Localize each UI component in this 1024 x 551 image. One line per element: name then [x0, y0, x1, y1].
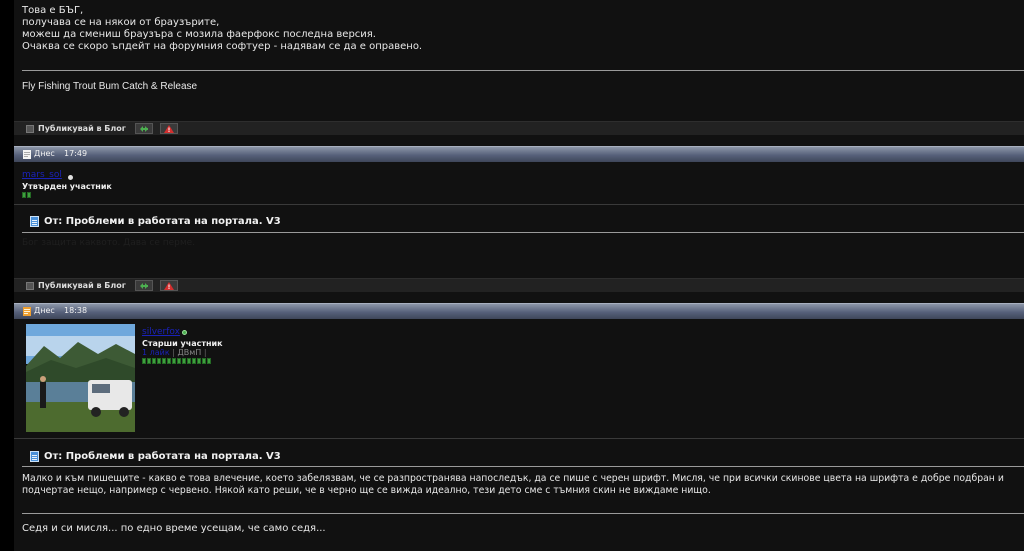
report-button[interactable] — [160, 280, 178, 291]
post-1-body: Това е БЪГ, получава се на някои от брау… — [22, 5, 422, 53]
avatar-photo — [26, 324, 135, 432]
post-3-signature-text: Седя и си мисля... по едно време усещам,… — [22, 523, 326, 534]
thanks-button[interactable] — [135, 280, 153, 291]
post-time: 17:49 — [64, 149, 88, 158]
post-1-body-line: можеш да смениш браузъра с мозила фаерфо… — [22, 29, 376, 40]
post-3-likes-link[interactable]: 1 лайк — [142, 348, 170, 357]
post-3-title: От: Проблеми в работата на портала. V3 — [30, 451, 281, 462]
reputation-pip — [147, 358, 151, 364]
post-3-title-underline — [22, 466, 1024, 467]
blog-checkbox-icon — [26, 281, 34, 290]
thanks-icon — [140, 282, 148, 289]
post-3-user-extras: 1 лайк | ДВмП | — [142, 348, 207, 357]
report-button[interactable] — [160, 123, 178, 134]
reputation-pip — [182, 358, 186, 364]
post-3-body-line: Малко и към пишещите - какво е това влеч… — [22, 473, 1004, 484]
signature-divider — [22, 70, 1024, 71]
post-2-divider — [14, 204, 1024, 205]
post-3-tag: ДВмП — [177, 348, 202, 357]
thanks-icon — [140, 125, 148, 132]
post-3-title-text: От: Проблеми в работата на портала. V3 — [44, 451, 281, 462]
post-date-label: Днес — [34, 149, 55, 158]
reputation-pip — [177, 358, 181, 364]
publish-to-blog-button[interactable]: Публикувай в Блог — [26, 280, 126, 291]
extras-separator: | — [172, 348, 175, 357]
post-3-signature: Седя и си мисля... по едно време усещам,… — [22, 523, 326, 535]
reputation-pip — [152, 358, 156, 364]
reputation-pip — [207, 358, 211, 364]
thanks-button[interactable] — [135, 123, 153, 134]
online-status-icon — [182, 330, 187, 335]
post-2-reputation-bar — [22, 192, 31, 198]
document-icon — [30, 216, 39, 227]
publish-to-blog-label: Публикувай в Блог — [38, 281, 126, 290]
reputation-pip — [142, 358, 146, 364]
extras-separator: | — [203, 348, 207, 357]
online-status-icon — [68, 175, 73, 180]
post-3-body: Малко и към пишещите - какво е това влеч… — [22, 473, 1004, 497]
reputation-pip — [162, 358, 166, 364]
post-3-body-line: подчертае нещо, например с червено. Няко… — [22, 485, 711, 496]
publish-to-blog-label: Публикувай в Блог — [38, 124, 126, 133]
reputation-pip — [202, 358, 206, 364]
post-icon — [23, 150, 31, 159]
post-3-reputation-bar — [142, 358, 211, 364]
signature-divider — [22, 513, 1024, 514]
post-3-header: Днес 18:38 — [14, 303, 1024, 319]
warning-icon — [164, 124, 174, 133]
post-2-title: От: Проблеми в работата на портала. V3 — [30, 216, 281, 227]
post-1-body-line: получава се на някои от браузърите, — [22, 17, 220, 28]
reputation-pip — [172, 358, 176, 364]
warning-icon — [164, 281, 174, 290]
post-1-body-line: Това е БЪГ, — [22, 5, 84, 16]
document-icon — [30, 451, 39, 462]
post-2-toolbar: Публикувай в Блог — [14, 278, 1024, 292]
reputation-pip — [197, 358, 201, 364]
post-time: 18:38 — [64, 306, 88, 315]
post-date-label: Днес — [34, 306, 55, 315]
publish-to-blog-button[interactable]: Публикувай в Блог — [26, 123, 126, 134]
post-2-header: Днес 17:49 — [14, 146, 1024, 162]
post-2-title-underline — [22, 232, 1024, 233]
post-1-body-line: Очаква се скоро ъпдейт на форумния софту… — [22, 41, 423, 52]
reputation-pip — [167, 358, 171, 364]
post-2-title-text: От: Проблеми в работата на портала. V3 — [44, 216, 281, 227]
reputation-pip — [192, 358, 196, 364]
post-2-body: Бог защита каквото. Дава се перме. — [22, 238, 196, 248]
post-3-divider — [14, 438, 1024, 439]
reputation-pip — [187, 358, 191, 364]
post-2-user-rank: Утвърден участник — [22, 182, 112, 191]
post-2-username[interactable]: mars_sol — [22, 170, 62, 180]
user-avatar[interactable] — [26, 324, 135, 432]
post-1-toolbar: Публикувай в Блог — [14, 121, 1024, 135]
post-3-user-rank: Старши участник — [142, 339, 223, 348]
post-1-signature: Fly Fishing Trout Bum Catch & Release — [22, 81, 198, 92]
blog-checkbox-icon — [26, 124, 34, 133]
reputation-pip — [157, 358, 161, 364]
reputation-pip — [22, 192, 26, 198]
reputation-pip — [27, 192, 31, 198]
post-3-username[interactable]: silverfox — [142, 327, 180, 337]
post-icon-new — [23, 307, 31, 316]
